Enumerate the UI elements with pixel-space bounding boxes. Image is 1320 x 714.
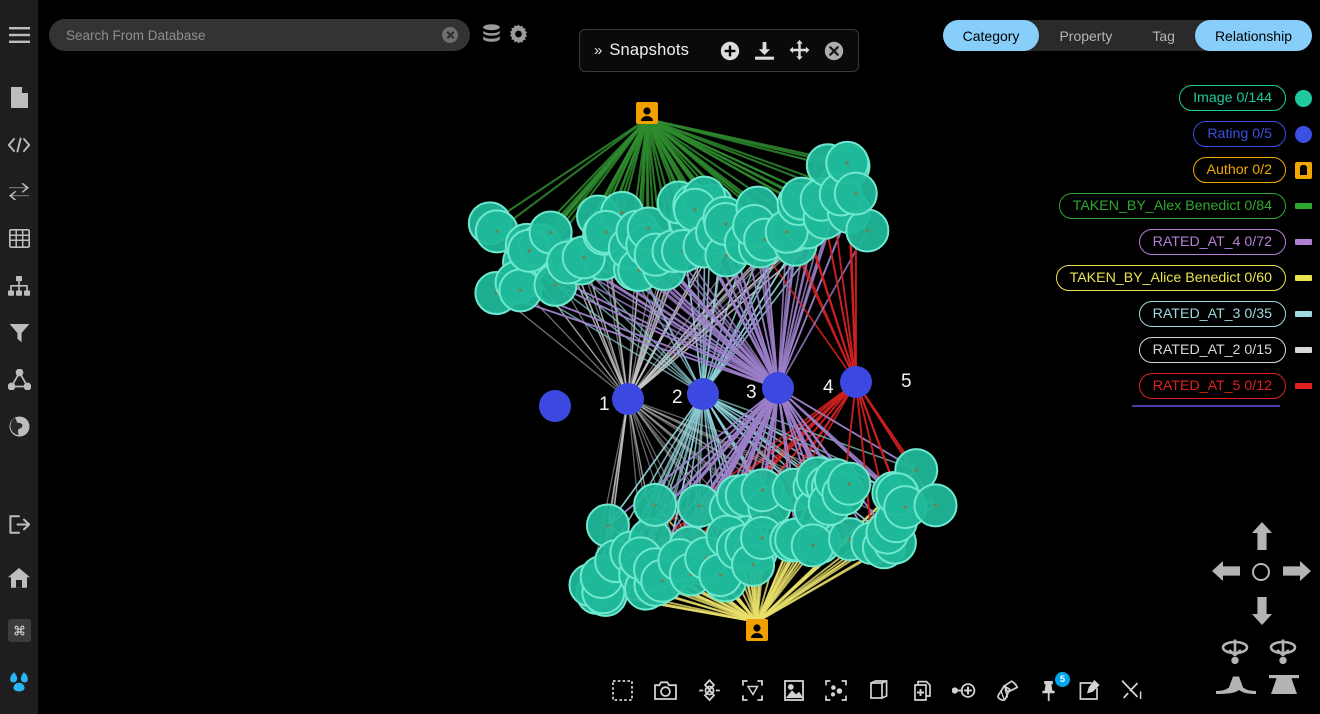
code-icon[interactable] bbox=[0, 122, 39, 167]
graph-rating-label: 5 bbox=[901, 371, 912, 392]
network-icon[interactable] bbox=[0, 357, 39, 402]
perspective-flat-icon[interactable] bbox=[1216, 674, 1256, 696]
globe-icon[interactable] bbox=[0, 404, 39, 449]
tab-relationship[interactable]: Relationship bbox=[1195, 20, 1312, 51]
tab-category[interactable]: Category bbox=[943, 20, 1040, 51]
perspective-persp-icon[interactable] bbox=[1264, 674, 1304, 696]
snapshots-tools bbox=[720, 40, 844, 61]
camera-icon[interactable] bbox=[654, 680, 677, 700]
gear-icon[interactable] bbox=[509, 24, 528, 49]
category-tabs: Category Property Tag Relationship bbox=[943, 20, 1312, 51]
app-root: ⌘ » Snapshots bbox=[0, 0, 1320, 714]
snapshots-title: Snapshots bbox=[609, 41, 689, 60]
pan-center-icon[interactable] bbox=[1251, 562, 1271, 582]
bottom-toolbar: 5 bbox=[612, 670, 1143, 710]
close-snapshot-button[interactable] bbox=[824, 41, 844, 61]
tab-tag[interactable]: Tag bbox=[1132, 20, 1195, 51]
graph-node-image[interactable] bbox=[835, 173, 877, 215]
tab-property[interactable]: Property bbox=[1039, 20, 1132, 51]
graph-node-rating[interactable] bbox=[762, 372, 794, 404]
chevron-down-icon[interactable]: » bbox=[594, 43, 602, 58]
pan-right-icon[interactable] bbox=[1283, 558, 1311, 584]
svg-text:⌘: ⌘ bbox=[13, 625, 26, 640]
graph-node-author[interactable] bbox=[746, 619, 768, 641]
download-snapshot-button[interactable] bbox=[754, 41, 775, 61]
search-clear-icon[interactable] bbox=[442, 27, 458, 43]
crop-icon[interactable] bbox=[742, 680, 763, 701]
note-icon[interactable] bbox=[1078, 680, 1100, 701]
graph-node-image[interactable] bbox=[915, 484, 957, 526]
rotate-right-icon[interactable] bbox=[1266, 637, 1300, 665]
graph-canvas[interactable]: 1 2 3 4 5 bbox=[39, 60, 1320, 660]
target-icon[interactable] bbox=[698, 679, 721, 702]
transfer-icon[interactable] bbox=[0, 169, 39, 214]
cluster-icon[interactable] bbox=[825, 680, 847, 701]
expand-node-icon[interactable] bbox=[952, 682, 976, 699]
graph-rating-label: 4 bbox=[823, 377, 834, 398]
pin-icon[interactable]: 5 bbox=[1040, 680, 1057, 701]
graph-node-author[interactable] bbox=[636, 102, 658, 124]
move-snapshot-button[interactable] bbox=[789, 40, 810, 61]
graph-node-rating[interactable] bbox=[539, 390, 571, 422]
graph-node-image[interactable] bbox=[792, 524, 834, 566]
graph-node-image[interactable] bbox=[846, 209, 888, 251]
search-input[interactable] bbox=[49, 28, 442, 43]
graph-rating-label: 1 bbox=[599, 394, 610, 415]
hierarchy-icon[interactable] bbox=[0, 263, 39, 308]
command-icon[interactable]: ⌘ bbox=[0, 608, 39, 653]
search-bar[interactable] bbox=[49, 19, 470, 51]
graph-node-image[interactable] bbox=[828, 463, 870, 505]
graph-node-rating[interactable] bbox=[840, 366, 872, 398]
select-box-icon[interactable] bbox=[612, 680, 633, 701]
rotate-left-icon[interactable] bbox=[1218, 637, 1252, 665]
pan-left-icon[interactable] bbox=[1212, 558, 1240, 584]
graph-visualization[interactable]: 1 2 3 4 5 bbox=[39, 60, 1320, 660]
scissors-icon[interactable] bbox=[1121, 680, 1143, 700]
graph-node-rating[interactable] bbox=[687, 378, 719, 410]
filter-icon[interactable] bbox=[0, 310, 39, 355]
pan-up-icon[interactable] bbox=[1249, 522, 1275, 550]
navigation-pad bbox=[1212, 514, 1312, 704]
home-icon[interactable] bbox=[0, 555, 39, 600]
graph-node-rating[interactable] bbox=[612, 383, 644, 415]
database-icon[interactable] bbox=[482, 24, 501, 49]
document-icon[interactable] bbox=[0, 75, 39, 120]
graph-node-image[interactable] bbox=[634, 484, 676, 526]
cube-icon[interactable] bbox=[868, 680, 889, 701]
broom-icon[interactable] bbox=[997, 680, 1019, 701]
menu-icon[interactable] bbox=[0, 12, 39, 57]
table-icon[interactable] bbox=[0, 216, 39, 261]
pin-badge: 5 bbox=[1055, 672, 1070, 687]
image-icon[interactable] bbox=[784, 680, 804, 701]
graph-rating-label: 3 bbox=[746, 382, 757, 403]
left-sidebar: ⌘ bbox=[0, 0, 39, 714]
logout-icon[interactable] bbox=[0, 502, 39, 547]
account-icon[interactable] bbox=[0, 659, 39, 704]
add-snapshot-button[interactable] bbox=[720, 41, 740, 61]
graph-rating-label: 2 bbox=[672, 387, 683, 408]
add-page-icon[interactable] bbox=[910, 680, 931, 701]
pan-down-icon[interactable] bbox=[1249, 597, 1275, 625]
